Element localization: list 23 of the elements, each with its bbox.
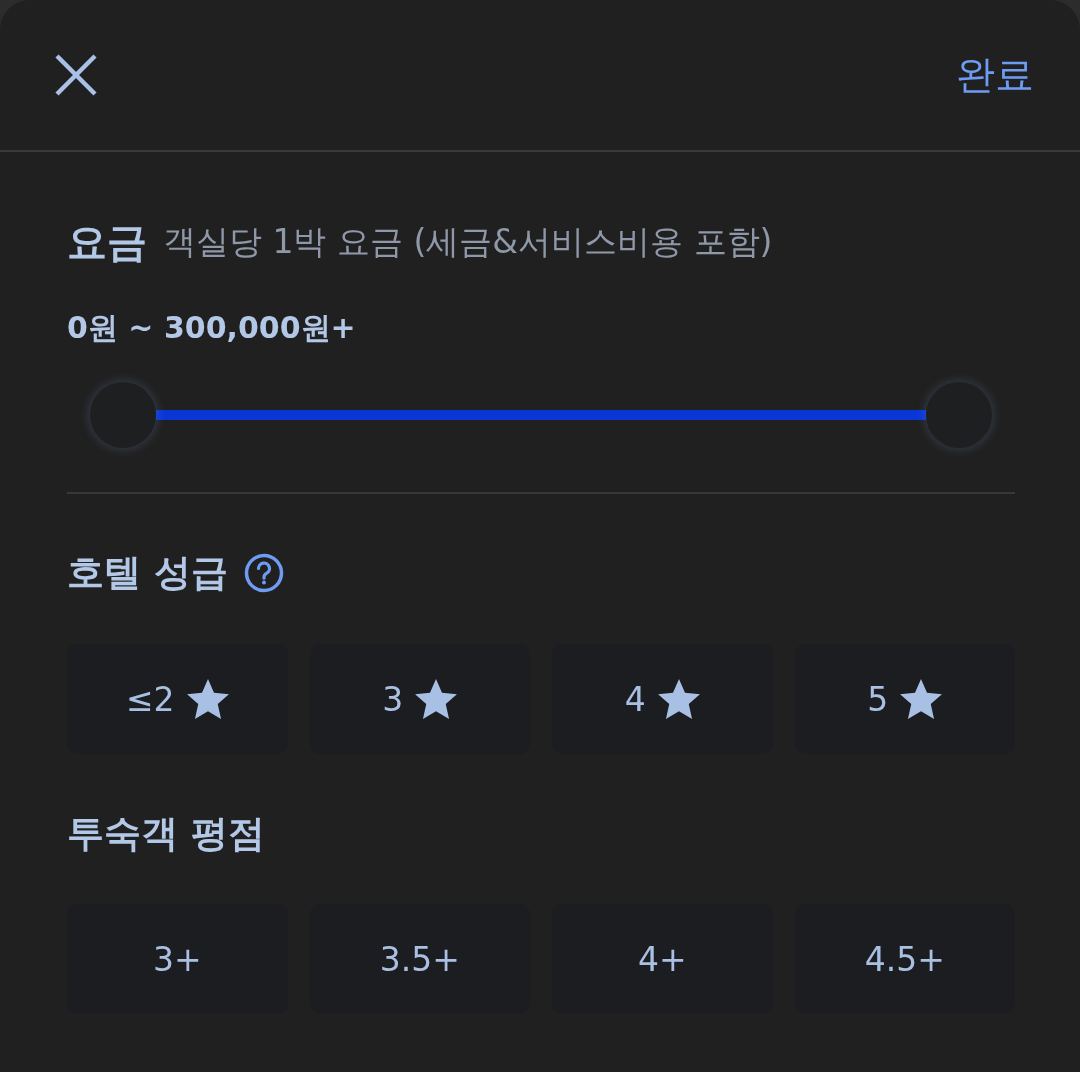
star-class-option[interactable]: 4 (552, 644, 773, 754)
rating-option[interactable]: 4.5+ (794, 904, 1015, 1014)
rating-option[interactable]: 4+ (552, 904, 773, 1014)
help-icon (243, 553, 284, 593)
done-button[interactable]: 완료 (954, 47, 1036, 103)
star-icon (186, 679, 229, 719)
rating-option[interactable]: 3.5+ (309, 904, 530, 1014)
section-title: 투숙객 평점 (67, 811, 265, 857)
star-class-option[interactable]: ≤2 (67, 644, 288, 754)
rating-option[interactable]: 3+ (67, 904, 288, 1014)
star-class-option[interactable]: 5 (794, 644, 1015, 754)
price-range-slider[interactable] (90, 382, 992, 448)
star-icon (900, 679, 943, 719)
section-title: 호텔 성급 (67, 550, 228, 596)
star-icon (657, 679, 700, 719)
help-button[interactable] (243, 553, 284, 593)
section-title: 요금 (67, 218, 147, 267)
star-icon (415, 679, 458, 719)
price-range-text: 0원 ~ 300,000원+ (67, 309, 356, 347)
slider-thumb[interactable] (926, 382, 992, 448)
star-class-option[interactable]: 3 (309, 644, 530, 754)
slider-thumb[interactable] (90, 382, 156, 448)
section-subtitle: 객실당 1박 요금 (세금&서비스비용 포함) (163, 221, 773, 263)
